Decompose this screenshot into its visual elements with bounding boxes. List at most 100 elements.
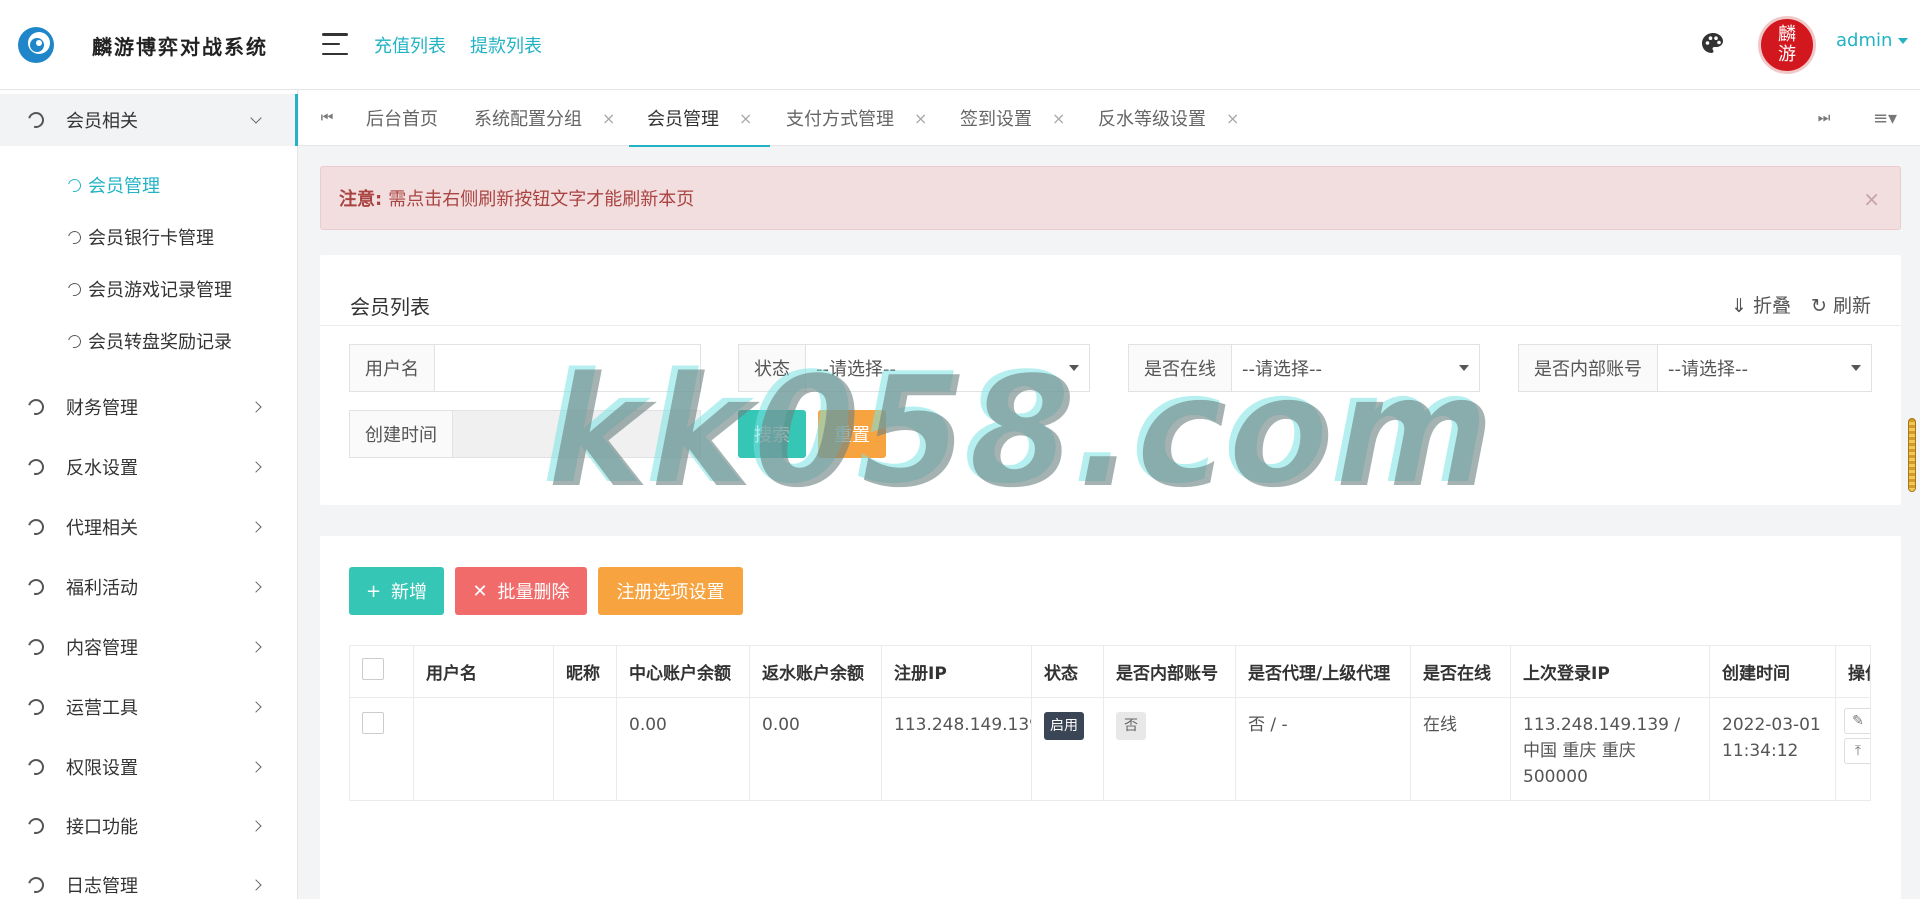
- chevron-right-icon: [250, 701, 262, 713]
- column-header[interactable]: 是否代理/上级代理: [1235, 645, 1411, 698]
- caret-down-icon: [1851, 365, 1861, 371]
- sidebar-item-logs[interactable]: 日志管理: [0, 859, 298, 899]
- table-row: 0.00 0.00 113.248.149.139 启用 否 否 / - 在线 …: [349, 697, 1871, 801]
- tab-home[interactable]: 后台首页: [366, 90, 438, 146]
- palette-icon[interactable]: [1700, 31, 1726, 57]
- edit-icon[interactable]: ✎: [1844, 708, 1870, 734]
- sidebar-subitem-label: 会员管理: [88, 176, 160, 197]
- add-button-label: 新增: [391, 582, 428, 603]
- user-menu[interactable]: admin: [1836, 30, 1909, 51]
- tab-close-icon[interactable]: ×: [1226, 109, 1239, 128]
- tab-close-icon[interactable]: ×: [602, 109, 615, 128]
- sidebar-subitem-wheel-reward[interactable]: 会员转盘奖励记录: [0, 318, 298, 364]
- column-header[interactable]: 状态: [1031, 645, 1104, 698]
- top-header: 麟游博弈对战系统 充值列表 提款列表 麟 游 admin: [0, 0, 1920, 90]
- select-all-cell: [349, 645, 414, 698]
- menu-ring-icon: [25, 516, 47, 538]
- sidebar-item-label: 反水设置: [66, 458, 138, 479]
- tab-payment-methods[interactable]: 支付方式管理 ×: [786, 90, 927, 146]
- recharge-list-link[interactable]: 充值列表: [374, 32, 446, 58]
- notice-prefix: 注意:: [339, 189, 383, 210]
- sidebar-item-agent[interactable]: 代理相关: [0, 501, 298, 553]
- sidebar-subitem-member-manage[interactable]: 会员管理: [0, 162, 298, 208]
- created-time-field: 创建时间: [349, 410, 701, 458]
- withdraw-list-link[interactable]: 提款列表: [470, 32, 542, 58]
- username-cell: [413, 697, 554, 801]
- username-input[interactable]: [435, 345, 700, 391]
- tab-menu-icon[interactable]: ≡▾: [1869, 108, 1901, 129]
- column-header[interactable]: 创建时间: [1709, 645, 1836, 698]
- chevron-right-icon: [250, 401, 262, 413]
- row-select-cell: [349, 697, 414, 801]
- chevron-right-icon: [250, 820, 262, 832]
- submenu-ring-icon: [65, 280, 84, 298]
- row-checkbox[interactable]: [362, 712, 384, 734]
- card-actions: ⇓ 折叠 ↻ 刷新: [1731, 291, 1871, 318]
- batch-delete-label: 批量删除: [497, 582, 570, 603]
- column-header[interactable]: 用户名: [413, 645, 554, 698]
- sidebar-subitem-bank-card[interactable]: 会员银行卡管理: [0, 214, 298, 260]
- page-scrollbar[interactable]: [1908, 418, 1916, 492]
- tab-config-group[interactable]: 系统配置分组 ×: [474, 90, 615, 146]
- menu-toggle-icon[interactable]: [322, 33, 348, 55]
- column-header[interactable]: 昵称: [553, 645, 617, 698]
- chevron-right-icon: [250, 641, 262, 653]
- internal-badge[interactable]: 否: [1116, 712, 1146, 740]
- avatar[interactable]: 麟 游: [1758, 16, 1816, 74]
- tab-rebate-level[interactable]: 反水等级设置 ×: [1098, 90, 1239, 146]
- sidebar-subitem-label: 会员游戏记录管理: [88, 280, 232, 301]
- tab-label: 系统配置分组: [474, 109, 582, 130]
- sidebar-item-content[interactable]: 内容管理: [0, 621, 298, 673]
- app-title: 麟游博弈对战系统: [92, 34, 268, 59]
- sidebar-subitem-label: 会员银行卡管理: [88, 228, 214, 249]
- tab-close-icon[interactable]: ×: [914, 109, 927, 128]
- sidebar-item-operations[interactable]: 运营工具: [0, 681, 298, 733]
- collapse-label: 折叠: [1753, 295, 1792, 317]
- column-header[interactable]: 中心账户余额: [616, 645, 750, 698]
- column-header[interactable]: 返水账户余额: [749, 645, 882, 698]
- online-select[interactable]: --请选择--: [1232, 345, 1479, 391]
- online-field: 是否在线 --请选择--: [1128, 344, 1480, 392]
- status-select[interactable]: --请选择--: [806, 345, 1089, 391]
- sidebar-item-api[interactable]: 接口功能: [0, 800, 298, 852]
- tab-scroll-left-icon[interactable]: ⏮: [317, 108, 337, 128]
- actions-cell: ✎ ⤒: [1835, 697, 1871, 801]
- status-badge[interactable]: 启用: [1044, 712, 1084, 740]
- batch-delete-button[interactable]: ✕ 批量删除: [455, 567, 587, 615]
- column-header[interactable]: 是否内部账号: [1103, 645, 1236, 698]
- column-header[interactable]: 注册IP: [881, 645, 1032, 698]
- tab-scroll-right-icon[interactable]: ⏭: [1814, 108, 1834, 128]
- sidebar-item-finance[interactable]: 财务管理: [0, 381, 298, 433]
- tab-close-icon[interactable]: ×: [1052, 109, 1065, 128]
- reset-button[interactable]: 重置: [818, 410, 886, 458]
- internal-account-field: 是否内部账号 --请选择--: [1518, 344, 1872, 392]
- pin-top-icon[interactable]: ⤒: [1844, 738, 1870, 764]
- avatar-char-1: 麟: [1778, 24, 1796, 45]
- notice-alert: 注意: 需点击右侧刷新按钮文字才能刷新本页 ×: [320, 166, 1901, 230]
- status-select-value: --请选择--: [816, 359, 896, 380]
- tab-member-manage[interactable]: 会员管理 ×: [628, 90, 771, 147]
- tab-close-icon[interactable]: ×: [739, 109, 752, 128]
- add-button[interactable]: + 新增: [349, 567, 444, 615]
- sidebar-item-welfare[interactable]: 福利活动: [0, 561, 298, 613]
- sidebar-item-rebate[interactable]: 反水设置: [0, 441, 298, 493]
- register-options-button[interactable]: 注册选项设置: [598, 567, 743, 615]
- sidebar-item-permissions[interactable]: 权限设置: [0, 741, 298, 793]
- sidebar-item-label: 代理相关: [66, 518, 138, 539]
- refresh-button[interactable]: ↻ 刷新: [1811, 291, 1871, 318]
- column-header[interactable]: 上次登录IP: [1510, 645, 1710, 698]
- collapse-button[interactable]: ⇓ 折叠: [1731, 291, 1791, 318]
- sidebar-item-label: 运营工具: [66, 698, 138, 719]
- refresh-icon: ↻: [1811, 295, 1827, 317]
- search-button[interactable]: 搜索: [738, 410, 806, 458]
- created-time-input[interactable]: [453, 411, 700, 457]
- select-all-checkbox[interactable]: [362, 658, 384, 680]
- internal-account-select[interactable]: --请选择--: [1658, 345, 1871, 391]
- logo: 麟游博弈对战系统: [0, 0, 300, 90]
- sidebar-subitem-game-record[interactable]: 会员游戏记录管理: [0, 266, 298, 312]
- tab-checkin-settings[interactable]: 签到设置 ×: [960, 90, 1065, 146]
- chevron-double-down-icon: ⇓: [1731, 295, 1747, 317]
- alert-close-icon[interactable]: ×: [1863, 187, 1880, 211]
- column-header[interactable]: 是否在线: [1410, 645, 1511, 698]
- sidebar-item-member[interactable]: 会员相关: [0, 94, 298, 146]
